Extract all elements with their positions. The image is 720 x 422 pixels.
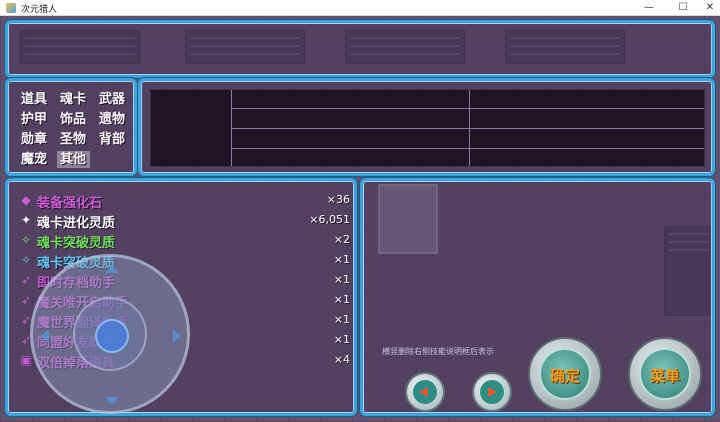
item-info-table bbox=[150, 89, 705, 167]
next-page-button[interactable] bbox=[472, 372, 512, 412]
table-divider bbox=[469, 90, 470, 166]
category-panel: 道具 魂卡 武器护甲 饰品 遗物勋章 圣物 背部魔宠 其他 bbox=[5, 78, 137, 176]
category-tab[interactable]: 武器 bbox=[96, 91, 135, 108]
category-grid: 道具 魂卡 武器护甲 饰品 遗物勋章 圣物 背部魔宠 其他 bbox=[18, 91, 135, 168]
confirm-button-face: 确定 bbox=[539, 348, 591, 400]
gem-icon: ◆ bbox=[21, 193, 31, 207]
item-count: ×1 bbox=[333, 293, 350, 306]
item-name: 装备强化石 bbox=[37, 196, 103, 211]
table-divider bbox=[231, 128, 704, 129]
virtual-joystick[interactable] bbox=[30, 254, 190, 414]
window-titlebar: 次元猎人 — ☐ ✕ bbox=[0, 0, 720, 16]
table-divider bbox=[231, 90, 232, 166]
ticket-icon: ▣ bbox=[20, 353, 32, 367]
crystal-cluster-icon: ✧ bbox=[20, 233, 32, 247]
previous-page-button[interactable] bbox=[405, 372, 445, 412]
item-info-panel bbox=[138, 78, 715, 176]
item-count: ×6,051 bbox=[309, 213, 350, 226]
previous-button-face bbox=[413, 380, 437, 404]
joystick-knob[interactable] bbox=[95, 319, 129, 353]
category-tab[interactable]: 勋章 bbox=[18, 131, 57, 148]
item-count: ×2 bbox=[333, 233, 350, 246]
item-name: 魂卡突破灵质 bbox=[37, 236, 116, 251]
game-viewport[interactable]: 道具 魂卡 武器护甲 饰品 遗物勋章 圣物 背部魔宠 其他 ◆ 装备强化石 ×36 ✦ 魂卡进化灵质 ×… bbox=[0, 16, 720, 422]
arrow-right-icon bbox=[488, 387, 497, 397]
item-count: ×1 bbox=[333, 333, 350, 346]
category-tab[interactable]: 饰品 bbox=[57, 111, 96, 128]
crystal-cluster-icon: ✧ bbox=[20, 253, 32, 267]
runner-icon: ➶ bbox=[20, 293, 32, 307]
app-icon bbox=[6, 3, 16, 13]
arrow-left-icon bbox=[419, 387, 428, 397]
category-tab[interactable]: 圣物 bbox=[57, 131, 96, 148]
table-divider bbox=[231, 148, 704, 149]
item-name: 魂卡进化灵质 bbox=[37, 216, 116, 231]
category-tab[interactable]: 道具 bbox=[18, 91, 57, 108]
joystick-ring bbox=[73, 297, 147, 371]
item-row[interactable]: ✦ 魂卡进化灵质 ×6,051 bbox=[18, 211, 350, 231]
close-button[interactable]: ✕ bbox=[700, 0, 720, 16]
menu-button-face: 菜单 bbox=[639, 348, 691, 400]
category-tab[interactable]: 魔宠 bbox=[18, 151, 57, 168]
item-count: ×1 bbox=[333, 253, 350, 266]
category-tab[interactable]: 魂卡 bbox=[57, 91, 96, 108]
item-count: ×4 bbox=[333, 353, 350, 366]
item-count: ×1 bbox=[333, 313, 350, 326]
category-tab[interactable]: 护甲 bbox=[18, 111, 57, 128]
item-row[interactable]: ✧ 魂卡突破灵质 ×2 bbox=[18, 231, 350, 251]
category-tab[interactable]: 背部 bbox=[96, 131, 135, 148]
menu-button-label: 菜单 bbox=[649, 367, 680, 385]
next-button-face bbox=[480, 380, 504, 404]
top-panel bbox=[5, 20, 715, 78]
item-row[interactable]: ◆ 装备强化石 ×36 bbox=[18, 191, 350, 211]
confirm-button-label: 确定 bbox=[549, 367, 580, 385]
joystick-left-arrow-icon bbox=[41, 329, 49, 343]
runner-icon: ➶ bbox=[20, 273, 32, 287]
hint-text: 横竖删除右侧技能说明框后表示 bbox=[382, 347, 494, 356]
item-count: ×36 bbox=[326, 193, 350, 206]
table-divider bbox=[231, 108, 704, 109]
joystick-down-arrow-icon bbox=[105, 397, 119, 405]
crystal-icon: ✦ bbox=[20, 213, 32, 227]
category-tab[interactable]: 遗物 bbox=[96, 111, 135, 128]
joystick-right-arrow-icon bbox=[173, 329, 181, 343]
minimize-button[interactable]: — bbox=[632, 0, 666, 16]
joystick-up-arrow-icon bbox=[105, 265, 119, 273]
confirm-button[interactable]: 确定 bbox=[528, 337, 602, 411]
maximize-button[interactable]: ☐ bbox=[666, 0, 700, 16]
window-title: 次元猎人 bbox=[21, 5, 58, 15]
item-count: ×1 bbox=[333, 273, 350, 286]
category-tab[interactable]: 其他 bbox=[57, 151, 90, 168]
menu-button[interactable]: 菜单 bbox=[628, 337, 702, 411]
